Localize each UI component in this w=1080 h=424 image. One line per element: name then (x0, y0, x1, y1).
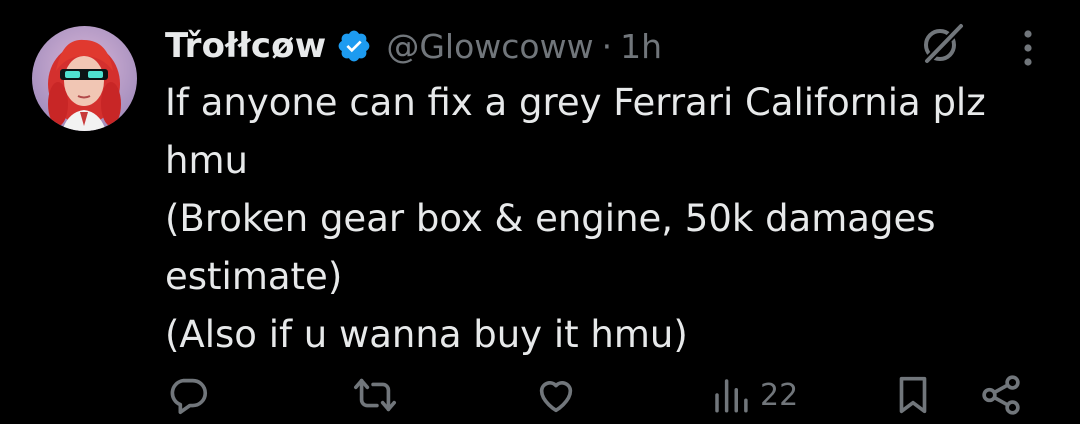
views-button[interactable]: 22 (710, 370, 798, 420)
avatar[interactable] (32, 26, 137, 131)
verified-badge-icon[interactable] (336, 28, 372, 64)
bookmark-button[interactable] (890, 370, 936, 420)
timestamp[interactable]: 1h (620, 27, 662, 66)
tweet-text-line: (Broken gear box & engine, 50k damages (165, 197, 936, 240)
views-count: 22 (760, 377, 799, 413)
reply-icon (170, 378, 208, 415)
grok-icon[interactable] (918, 22, 966, 66)
repost-icon (354, 378, 396, 412)
reply-button[interactable] (165, 370, 211, 420)
like-icon (539, 381, 573, 413)
separator-dot: · (601, 26, 613, 66)
like-button[interactable] (533, 370, 579, 420)
tweet-text-line: (Also if u wanna buy it hmu) (165, 313, 688, 356)
tweet-text-line: estimate) (165, 255, 343, 298)
tweet-header: Třołłcøw @Glowcoww · 1h (165, 20, 662, 72)
handle[interactable]: @Glowcoww (386, 27, 593, 66)
views-icon (715, 379, 748, 413)
display-name[interactable]: Třołłcøw (165, 26, 326, 66)
share-button[interactable] (978, 370, 1024, 420)
tweet-card[interactable]: Třołłcøw @Glowcoww · 1h If anyone can fi… (0, 0, 1080, 424)
more-vertical-icon[interactable] (1008, 26, 1048, 70)
action-bar: 22 (0, 370, 1080, 424)
tweet-text-line: If anyone can fix a grey Ferrari Califor… (165, 81, 986, 124)
bookmark-icon (899, 376, 927, 414)
avatar-image (32, 26, 137, 131)
tweet-text-line: hmu (165, 139, 248, 182)
repost-button[interactable] (352, 370, 398, 420)
tweet-text: If anyone can fix a grey Ferrari Califor… (165, 74, 1035, 364)
share-icon (982, 375, 1020, 415)
